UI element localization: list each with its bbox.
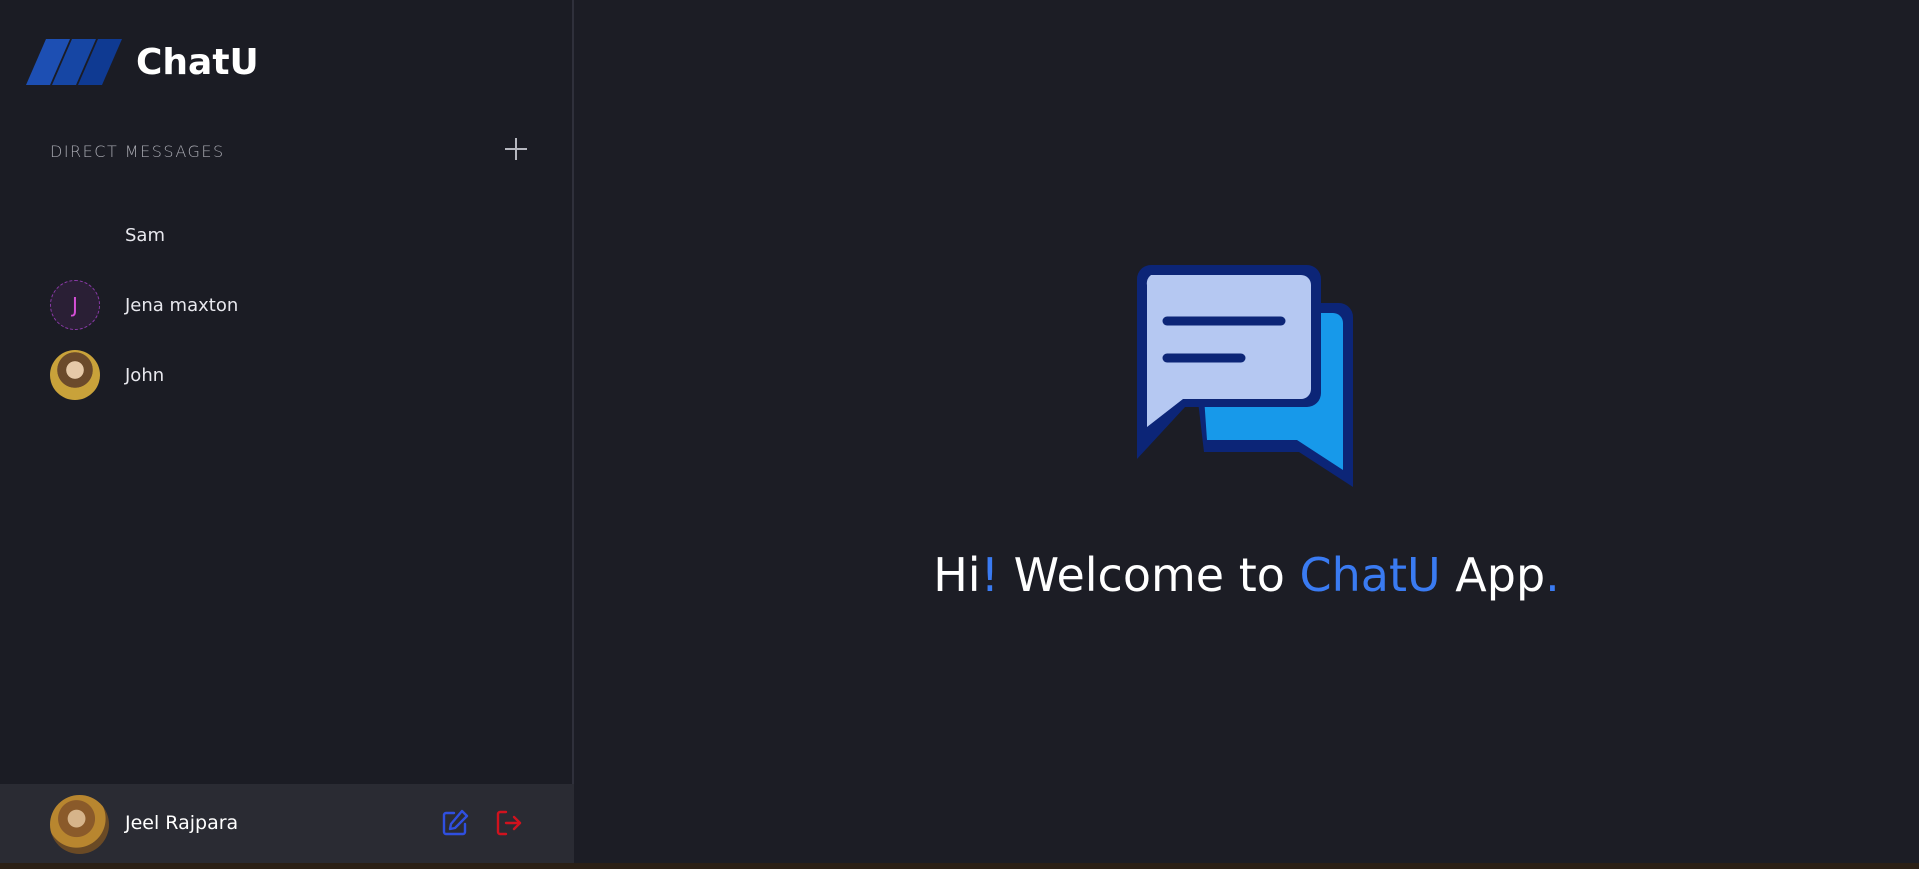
user-name: Jeel Rajpara <box>125 812 239 834</box>
brand[interactable]: ChatU <box>26 32 259 92</box>
edit-icon[interactable] <box>440 808 470 838</box>
app-root: ChatU DIRECT MESSAGES Sam J Jena maxton <box>0 0 1919 869</box>
direct-messages-title: DIRECT MESSAGES <box>50 142 225 161</box>
contact-name: Jena maxton <box>125 294 239 316</box>
avatar[interactable] <box>50 795 109 854</box>
welcome-text-app: App <box>1440 548 1546 602</box>
avatar <box>50 350 100 400</box>
welcome-exclaim: ! <box>980 548 1000 602</box>
contact-list: Sam J Jena maxton John <box>50 200 530 410</box>
direct-messages-header: DIRECT MESSAGES <box>50 138 530 168</box>
plus-icon[interactable] <box>502 132 530 166</box>
welcome-heading: Hi! Welcome to ChatU App. <box>574 548 1919 602</box>
brand-name: ChatU <box>136 41 259 83</box>
chat-bubbles-icon <box>1137 265 1353 487</box>
contact-name: John <box>125 364 165 386</box>
window-bottom-edge <box>0 863 1919 869</box>
logo-icon <box>26 39 122 85</box>
avatar <box>50 210 100 260</box>
contact-name: Sam <box>125 224 165 246</box>
contact-item-jena-maxton[interactable]: J Jena maxton <box>50 270 530 340</box>
avatar-letter: J <box>72 293 78 317</box>
contact-item-john[interactable]: John <box>50 340 530 410</box>
contact-item-sam[interactable]: Sam <box>50 200 530 270</box>
welcome-text-middle: Welcome to <box>999 548 1300 602</box>
logout-icon[interactable] <box>494 808 524 838</box>
welcome-text-hi: Hi <box>933 548 981 602</box>
welcome-period: . <box>1545 548 1560 602</box>
user-profile-bar: Jeel Rajpara <box>0 784 574 863</box>
sidebar: ChatU DIRECT MESSAGES Sam J Jena maxton <box>0 0 574 863</box>
avatar: J <box>50 280 100 330</box>
welcome-app-name: ChatU <box>1299 548 1441 602</box>
main-panel: Hi! Welcome to ChatU App. <box>574 0 1919 863</box>
